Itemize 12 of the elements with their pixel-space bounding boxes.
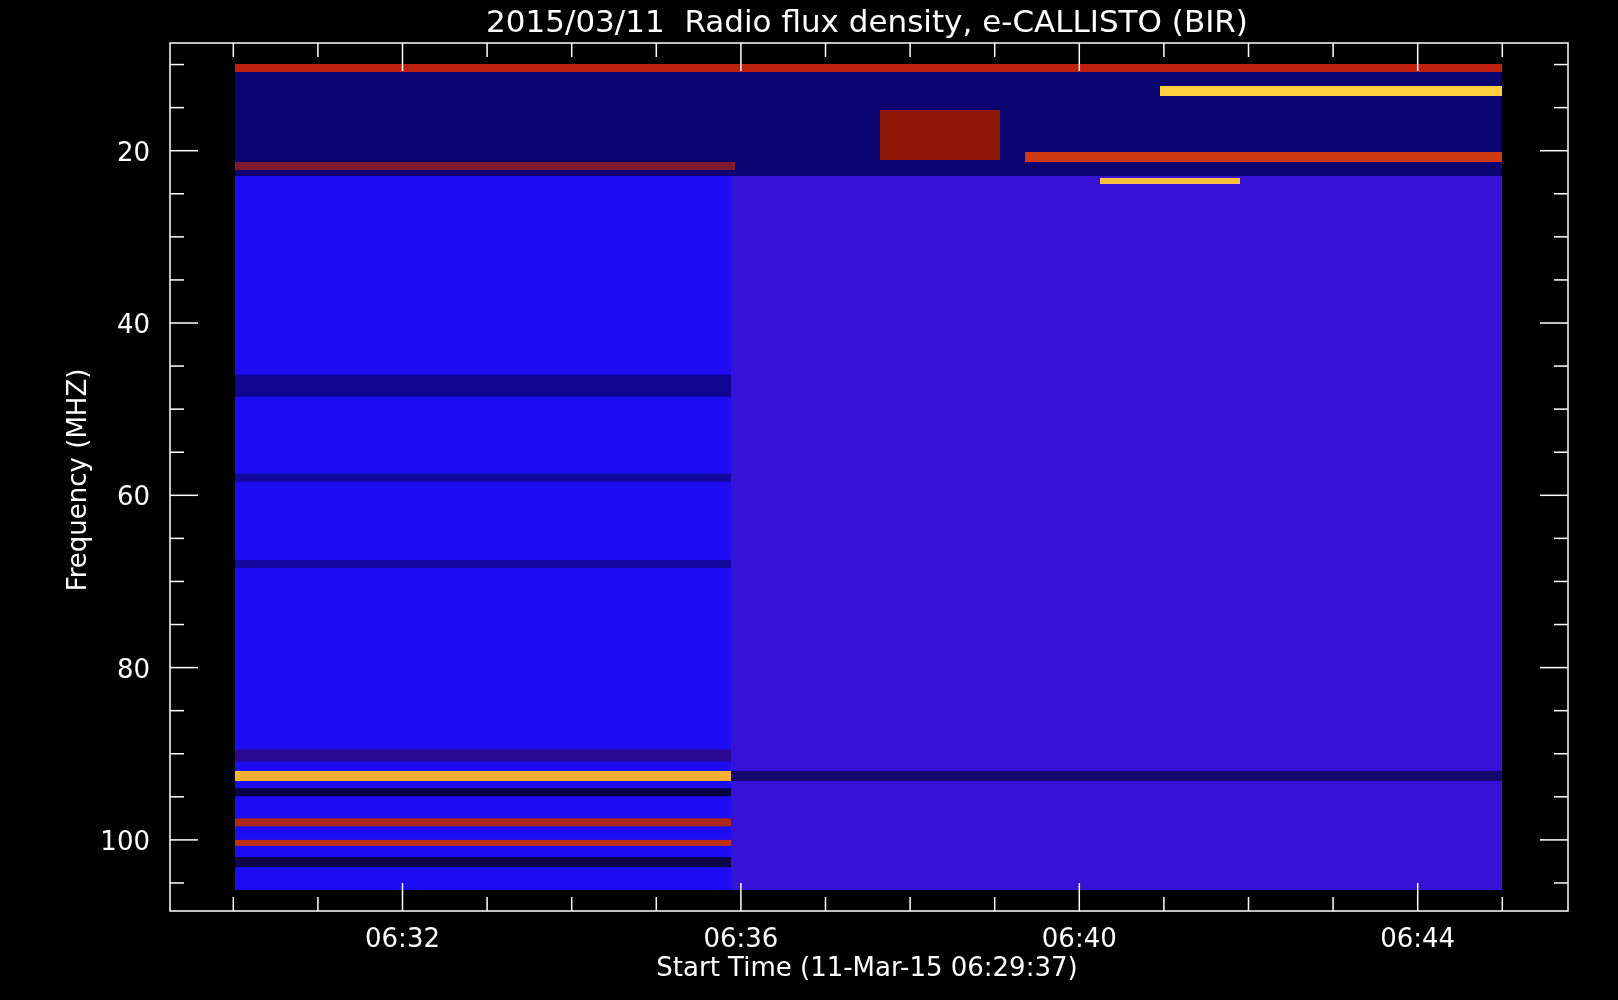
- y-axis-label: Frequency (MHZ): [62, 368, 92, 592]
- x-tick-label: 06:36: [703, 923, 779, 953]
- y-tick-label: 20: [116, 136, 150, 167]
- x-tick-label: 06:44: [1380, 923, 1456, 953]
- y-tick-label: 60: [116, 481, 150, 512]
- y-tick-label: 100: [100, 825, 150, 856]
- x-axis-label: Start Time (11-Mar-15 06:29:37): [656, 952, 1078, 982]
- x-tick-label: 06:40: [1041, 923, 1117, 953]
- y-tick-label: 80: [116, 653, 150, 684]
- chart-title: 2015/03/11 Radio flux density, e-CALLISTO (BIR): [486, 3, 1248, 39]
- x-tick-label: 06:32: [365, 923, 440, 953]
- y-tick-label: 40: [116, 309, 150, 339]
